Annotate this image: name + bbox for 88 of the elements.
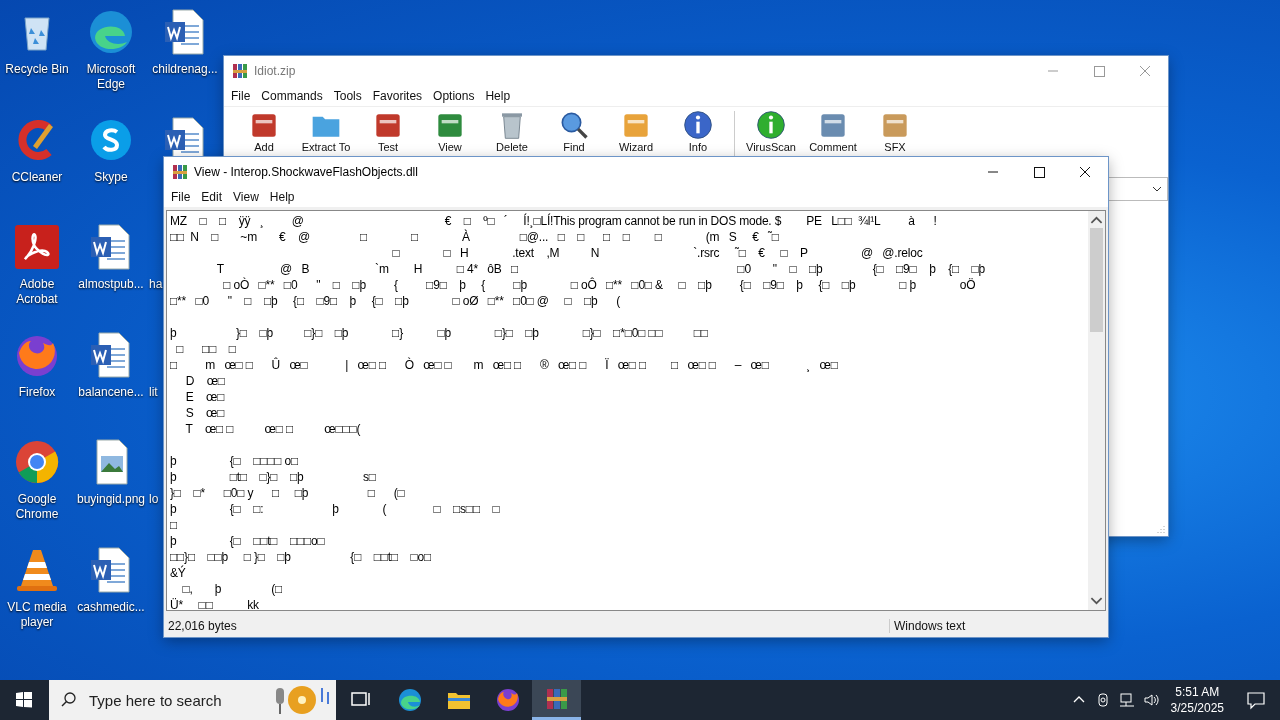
text-line: □ oÒ □** □0 " □ □þ { □9□ þ { □þ □ oÔ □** □0□ & □ □þ {□ □9□ þ {□ □þ □ þ oÖ <box>222 277 977 293</box>
text-line: □□}□ □□þ □ }□ □þ {□ □□t□ □o□ <box>170 549 433 565</box>
toolbar-button[interactable]: SFX <box>865 107 925 155</box>
pdf-icon[interactable] <box>13 223 61 271</box>
search-bar[interactable]: Type here to search <box>49 680 336 720</box>
icon-label: CCleaner <box>11 169 63 185</box>
encoding-label: Windows text <box>889 619 1108 633</box>
icon-label: cashmedic... <box>77 599 145 615</box>
toolbar-button[interactable]: Extract To <box>296 107 356 155</box>
toolbar-button[interactable]: View <box>420 107 480 155</box>
info-icon <box>683 110 713 140</box>
toolbar-button[interactable]: Wizard <box>606 107 666 155</box>
text-line: þ {□ □□□□ o□ <box>170 453 299 469</box>
menu-item[interactable]: View <box>228 190 265 204</box>
menu-item[interactable]: Favorites <box>367 89 429 103</box>
menu-item[interactable]: Commands <box>256 89 329 103</box>
archive-app-icon <box>232 63 248 79</box>
icon-label: Microsoft Edge <box>85 62 137 92</box>
icon-label: lit <box>149 384 158 400</box>
dropdown-caret-icon[interactable] <box>1151 185 1163 193</box>
edge-icon <box>397 688 422 712</box>
edge-icon[interactable] <box>87 8 135 56</box>
file-size: 22,016 bytes <box>167 619 238 633</box>
icon-label: Adobe Acrobat <box>15 277 59 307</box>
icon-label: almostpub... <box>78 277 144 292</box>
text-line: }□ □* □0□ y □ □þ □ (□ <box>170 485 406 501</box>
text-line: MZ □ □ ÿÿ ¸ @ € □ º□ ´ Í!¸□LÍ!This program cannot be run in DOS mode. $ PE L□□ ¾l¹L à ! <box>170 213 938 229</box>
scrollbar[interactable] <box>1088 211 1105 610</box>
toolbar-button[interactable]: VirusScan <box>741 107 801 155</box>
icon-label: Recycle Bin <box>5 62 69 77</box>
icon-label: balancene... <box>78 384 144 400</box>
text-line: □ □ H .text ,M N `.rsrc ˜□ € □ P @ @.reloc <box>391 245 924 261</box>
chrome-icon[interactable] <box>13 438 61 486</box>
icon-label: ha <box>149 277 163 292</box>
icon-label: Skype <box>94 169 128 185</box>
text-line: S œ□ <box>184 405 226 421</box>
text-line: □ <box>170 517 179 533</box>
text-line: Ü* □□ kk <box>170 597 260 610</box>
windows-start-icon[interactable] <box>16 692 32 708</box>
menu-item[interactable]: File <box>166 190 197 204</box>
icon-label: VLC media player <box>6 599 68 630</box>
menu-item[interactable]: Edit <box>196 190 229 204</box>
toolbar-button[interactable]: Find <box>544 107 604 155</box>
icon-label: buyingid.png <box>76 492 146 507</box>
archive-icon <box>544 686 569 711</box>
icon-label: Firefox <box>18 384 56 400</box>
text-line: □□ N □ ~m € @ □ □ À □@... □ □ □ □ □ (m S € ˜□ <box>170 229 780 245</box>
archive-app-icon <box>172 164 188 180</box>
search-field[interactable]: Type here to search <box>87 690 261 710</box>
menu-item[interactable]: Help <box>264 190 301 204</box>
menu-item[interactable]: Options <box>428 89 481 103</box>
firefox-icon <box>495 688 520 712</box>
window-title: Idiot.zip <box>254 64 296 78</box>
magnifier-icon <box>559 110 589 140</box>
resize-grip-icon[interactable] <box>1156 524 1166 534</box>
text-line: T @ B `m H □ 4* ôB □ □0 " □ □þ {□ □9□ þ {□ □þ <box>215 261 987 277</box>
text-line: D œ□ <box>184 373 226 389</box>
toolbar-button[interactable]: Test <box>358 107 418 155</box>
text-line: þ {□ □□t□ □□□o□ <box>170 533 326 549</box>
text-line: &Ý <box>170 565 187 581</box>
text-line: □** □0 " □ □þ {□ □9□ þ {□ □þ □ oØ □** □0□ @ □ □þ ( <box>170 293 622 309</box>
menu-item[interactable]: Tools <box>328 89 368 103</box>
notifications-icon[interactable] <box>1246 690 1266 710</box>
text-line: □ m œ□ □ Û œ□ | œ□ □ Ò œ□ □ m œ□ □ ® œ□ □ Ï œ□ □ □ œ□ □ – œ□ ¸ œ□ <box>170 357 839 373</box>
text-line: þ }□ □þ □}□ □þ □} □þ □}□ □þ □}□ □*□0□ □□ □□ <box>170 325 709 341</box>
text-line: þ {□ □: þ ( □ □s□□ □ <box>170 501 501 517</box>
toolbar-button[interactable]: Delete <box>482 107 542 155</box>
text-line: □ □□ □ <box>175 341 237 357</box>
text-line: E œ□ <box>184 389 226 405</box>
taskbar-app[interactable] <box>532 680 581 720</box>
toolbar-button[interactable]: Comment <box>803 107 863 155</box>
icon-label: Google Chrome <box>14 492 60 522</box>
toolbar-button[interactable]: Add <box>234 107 294 155</box>
text-line: □, þ (□ <box>181 581 284 597</box>
toolbar-button[interactable]: Info <box>668 107 728 155</box>
network-icon[interactable] <box>1118 692 1135 708</box>
window-title: View - Interop.ShockwaveFlashObjects.dll <box>194 165 418 179</box>
clock-date[interactable]: 3/25/2025 <box>1170 700 1224 716</box>
clock-time[interactable]: 5:51 AM <box>1175 684 1220 700</box>
search-icon <box>61 692 77 708</box>
menu-item[interactable]: File <box>226 89 257 103</box>
text-line: T œ□ □ œ□ □ œ□□□( <box>184 421 362 437</box>
volume-icon[interactable] <box>1142 692 1159 708</box>
scroll-thumb[interactable] <box>1090 228 1103 332</box>
text-line: þ □t□ □}□ □þ s□ <box>170 469 377 485</box>
icon-label: childrenag... <box>152 62 218 77</box>
menu-item[interactable]: Help <box>480 89 517 103</box>
icon-label: lo <box>149 492 159 507</box>
